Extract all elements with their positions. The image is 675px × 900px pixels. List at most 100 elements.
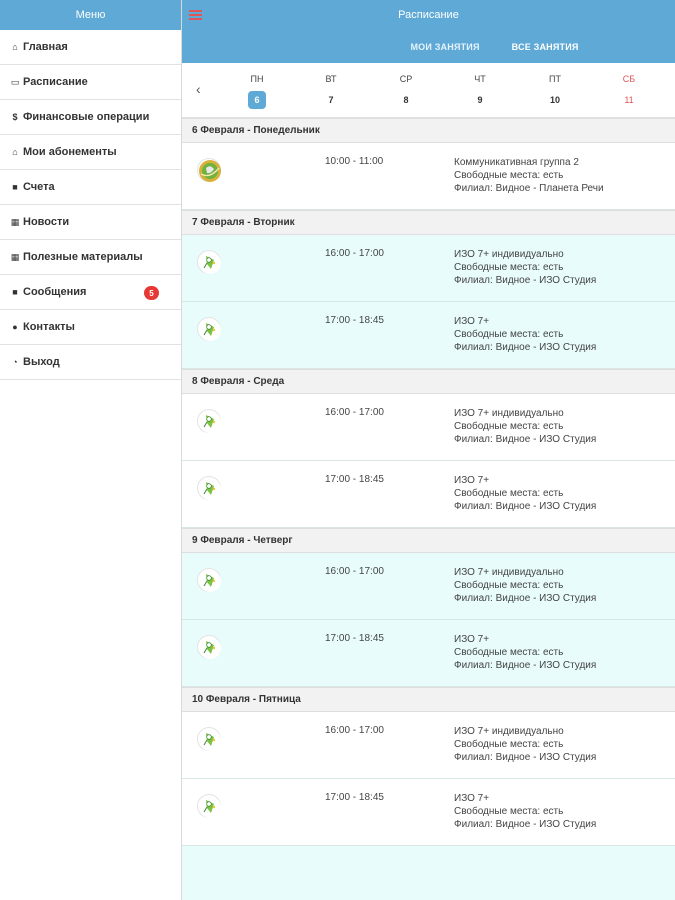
sidebar-item-label: Главная — [23, 41, 68, 53]
sidebar-item-label: Счета — [23, 181, 55, 193]
week-day[interactable]: ВТ 7 — [316, 74, 346, 109]
week-day-name: ЧТ — [474, 74, 486, 84]
week-selector: ‹ ПН 6 ВТ 7 СР 8 ЧТ 9 ПТ 10 СБ 11 — [182, 63, 675, 118]
art-studio-logo-icon — [197, 409, 221, 433]
lesson-row[interactable]: 16:00 - 17:00 ИЗО 7+ индивидуально Свободн… — [182, 235, 675, 302]
week-day[interactable]: СР 8 — [391, 74, 421, 109]
lesson-time: 17:00 - 18:45 — [325, 792, 384, 803]
lesson-title: ИЗО 7+ — [454, 316, 490, 327]
tab-all-lessons[interactable]: ВСЕ ЗАНЯТИЯ — [512, 42, 579, 52]
week-day-number: 8 — [403, 95, 409, 105]
lesson-places: Свободные места: есть — [454, 647, 564, 658]
lesson-title: ИЗО 7+ — [454, 793, 490, 804]
lesson-row[interactable]: 16:00 - 17:00 ИЗО 7+ индивидуально Свободн… — [182, 712, 675, 779]
ticket-icon: ⌂ — [12, 147, 18, 157]
lesson-branch: Филиал: Видное - ИЗО Студия — [454, 752, 597, 763]
lesson-places: Свободные места: есть — [454, 170, 564, 181]
tab-my-lessons[interactable]: МОИ ЗАНЯТИЯ — [410, 42, 479, 52]
week-day[interactable]: ПН 6 — [242, 74, 272, 109]
lesson-row[interactable]: 17:00 - 18:45 ИЗО 7+ Свободные места: есть… — [182, 461, 675, 528]
lesson-row[interactable]: 16:00 - 17:00 ИЗО 7+ индивидуально Свободн… — [182, 394, 675, 461]
invoice-icon: ■ — [12, 182, 18, 192]
sidebar-title: Меню — [0, 0, 181, 30]
date-header: 10 Февраля - Пятница — [182, 687, 675, 712]
week-day[interactable]: ПТ 10 — [540, 74, 570, 109]
sidebar-item-label: Полезные материалы — [23, 251, 143, 263]
sidebar-item-6[interactable]: ▦ Полезные материалы — [0, 240, 181, 275]
lesson-time: 17:00 - 18:45 — [325, 315, 384, 326]
lesson-places: Свободные места: есть — [454, 421, 564, 432]
lesson-places: Свободные места: есть — [454, 580, 564, 591]
week-day-number: 7 — [328, 95, 334, 105]
lesson-places: Свободные места: есть — [454, 488, 564, 499]
chevron-left-icon[interactable]: ‹ — [196, 81, 201, 97]
lesson-time: 10:00 - 11:00 — [325, 156, 384, 167]
top-bar: Расписание — [182, 0, 675, 30]
lesson-info: ИЗО 7+ индивидуально Свободные места: ест… — [454, 725, 596, 764]
lesson-time: 16:00 - 17:00 — [325, 725, 384, 736]
tabs-bar: МОИ ЗАНЯТИЯ ВСЕ ЗАНЯТИЯ — [182, 30, 675, 63]
sidebar-item-1[interactable]: ▭ Расписание — [0, 65, 181, 100]
lesson-title: ИЗО 7+ — [454, 634, 490, 645]
lesson-places: Свободные места: есть — [454, 262, 564, 273]
sidebar-item-3[interactable]: ⌂ Мои абонементы — [0, 135, 181, 170]
planet-logo-icon — [197, 158, 221, 182]
lesson-info: ИЗО 7+ индивидуально Свободные места: ест… — [454, 407, 596, 446]
sidebar-item-9[interactable]: ◔ Выход — [0, 345, 181, 380]
lesson-places: Свободные места: есть — [454, 329, 564, 340]
lesson-branch: Филиал: Видное - ИЗО Студия — [454, 593, 597, 604]
sidebar-item-4[interactable]: ■ Счета — [0, 170, 181, 205]
sidebar-item-7[interactable]: ■ Сообщения 5 — [0, 275, 181, 310]
date-header: 8 Февраля - Среда — [182, 369, 675, 394]
sidebar-item-label: Новости — [23, 216, 70, 228]
sidebar-item-0[interactable]: ⌂ Главная — [0, 30, 181, 65]
lesson-row[interactable]: 17:00 - 18:45 ИЗО 7+ Свободные места: есть… — [182, 620, 675, 687]
calendar-icon: ▭ — [10, 76, 20, 87]
lesson-title: ИЗО 7+ индивидуально — [454, 726, 564, 737]
sidebar-item-5[interactable]: ▦ Новости — [0, 205, 181, 240]
sidebar-item-label: Выход — [23, 356, 60, 368]
sidebar-item-label: Мои абонементы — [23, 146, 117, 158]
lesson-row[interactable]: 17:00 - 18:45 ИЗО 7+ Свободные места: есть… — [182, 779, 675, 846]
home-icon: ⌂ — [12, 42, 18, 52]
week-day-name: ПТ — [549, 74, 561, 84]
lesson-branch: Филиал: Видное - ИЗО Студия — [454, 342, 597, 353]
art-studio-logo-icon — [197, 568, 221, 592]
week-day-name: ПН — [250, 74, 264, 84]
lesson-branch: Филиал: Видное - ИЗО Студия — [454, 501, 597, 512]
art-studio-logo-icon — [197, 476, 221, 500]
week-day-name: СБ — [622, 74, 636, 84]
week-day[interactable]: ЧТ 9 — [465, 74, 495, 109]
lesson-title: ИЗО 7+ индивидуально — [454, 408, 564, 419]
lesson-branch: Филиал: Видное - ИЗО Студия — [454, 660, 597, 671]
lesson-time: 17:00 - 18:45 — [325, 633, 384, 644]
week-day-name: ВТ — [325, 74, 337, 84]
materials-icon: ▦ — [10, 251, 20, 262]
lesson-time: 17:00 - 18:45 — [325, 474, 384, 485]
lesson-row[interactable]: 16:00 - 17:00 ИЗО 7+ индивидуально Свободн… — [182, 553, 675, 620]
sidebar-item-label: Финансовые операции — [23, 111, 150, 123]
lesson-row[interactable]: 10:00 - 11:00 Коммуникативная группа 2 Сво… — [182, 143, 675, 210]
lesson-row[interactable]: 17:00 - 18:45 ИЗО 7+ Свободные места: есть… — [182, 302, 675, 369]
sidebar-item-8[interactable]: ● Контакты — [0, 310, 181, 345]
lesson-places: Свободные места: есть — [454, 739, 564, 750]
lesson-places: Свободные места: есть — [454, 806, 564, 817]
lesson-info: ИЗО 7+ Свободные места: есть Филиал: Видно… — [454, 792, 596, 831]
sidebar-item-2[interactable]: $ Финансовые операции — [0, 100, 181, 135]
week-day-name: СР — [399, 74, 413, 84]
page-title: Расписание — [398, 9, 459, 21]
lesson-info: ИЗО 7+ Свободные места: есть Филиал: Видно… — [454, 315, 596, 354]
art-studio-logo-icon — [197, 727, 221, 751]
week-day[interactable]: СБ 11 — [614, 74, 644, 109]
sidebar-item-label: Контакты — [23, 321, 75, 333]
menu-list: ⌂ Главная ▭ Расписание $ Финансовые операции ⌂… — [0, 30, 181, 380]
sidebar-menu: Меню ⌂ Главная ▭ Расписание $ Финансовые опер… — [0, 0, 182, 900]
week-day-number: 9 — [477, 95, 483, 105]
lesson-info: Коммуникативная группа 2 Свободные места:… — [454, 156, 604, 195]
hamburger-menu-icon[interactable] — [189, 10, 202, 20]
dollar-icon: $ — [12, 112, 18, 122]
lesson-title: ИЗО 7+ — [454, 475, 490, 486]
main-content: Расписание МОИ ЗАНЯТИЯ ВСЕ ЗАНЯТИЯ ‹ ПН 6… — [182, 0, 675, 900]
art-studio-logo-icon — [197, 250, 221, 274]
date-header: 7 Февраля - Вторник — [182, 210, 675, 235]
